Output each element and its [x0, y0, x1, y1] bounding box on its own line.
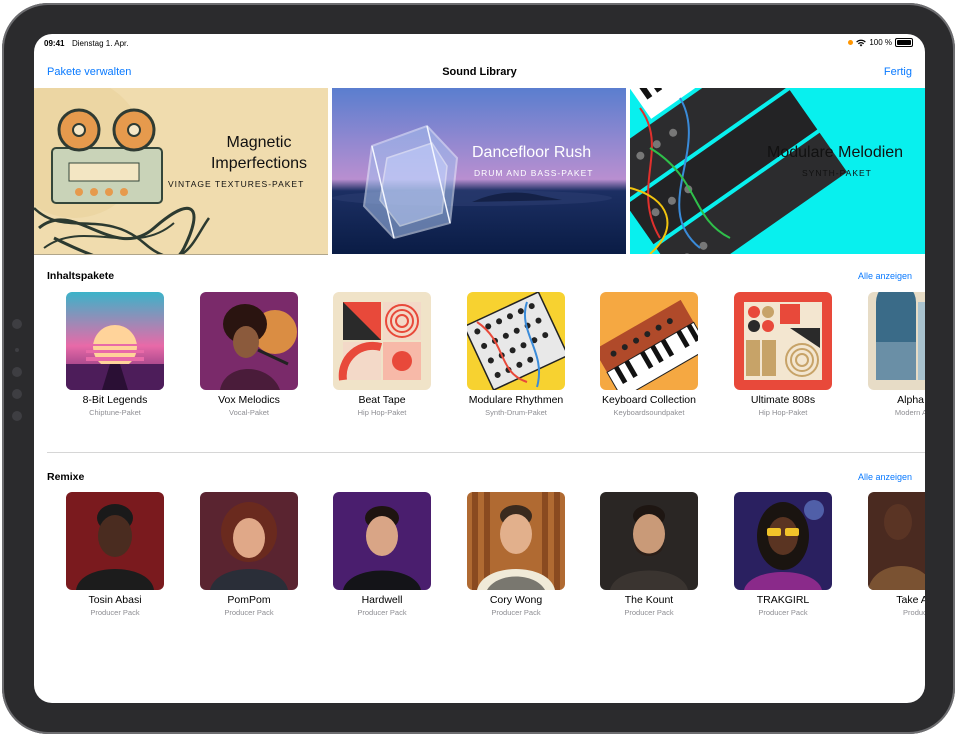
- modular-synth-illustration: [630, 88, 848, 254]
- featured-banners: Magnetic Imperfections VINTAGE TEXTURES-…: [34, 88, 925, 255]
- pack-name: Ultimate 808s: [750, 394, 816, 406]
- pack-artwork: [66, 292, 164, 390]
- section-divider: [47, 452, 925, 453]
- artist-photo: [600, 492, 698, 590]
- artist-photo: [734, 492, 832, 590]
- pack-artwork: [200, 292, 298, 390]
- battery-percent: 100 %: [869, 38, 892, 47]
- screen: 09:41 Dienstag 1. Apr. 100 % Pakete verw…: [34, 34, 925, 703]
- section-heading-remixes: Remixe: [47, 471, 85, 483]
- banner-subtitle: VINTAGE TEXTURES-PAKET: [168, 179, 305, 189]
- remix-tile-the-kount[interactable]: The Kount Producer Pack: [600, 492, 698, 617]
- artist-photo: [333, 492, 431, 590]
- pack-tile-modulare-rhythmen[interactable]: Modulare Rhythmen Synth-Drum-Paket: [467, 292, 565, 417]
- battery-icon: [895, 38, 913, 47]
- artist-photo: [467, 492, 565, 590]
- pack-tile-keyboard-collection[interactable]: Keyboard Collection Keyboardsoundpaket: [600, 292, 698, 417]
- artist-name: TRAKGIRL: [756, 594, 810, 606]
- banner-modulare-melodien[interactable]: Modulare Melodien SYNTH-PAKET: [630, 88, 925, 254]
- pack-subtitle: Modern Ambi: [894, 408, 925, 417]
- artist-subtitle: Producer Pack: [90, 608, 140, 617]
- artist-photo: [868, 492, 925, 590]
- pack-artwork: [734, 292, 832, 390]
- navigation-bar: Pakete verwalten Sound Library Fertig: [34, 60, 925, 84]
- remix-tile-tosin-abasi[interactable]: Tosin Abasi Producer Pack: [66, 492, 164, 617]
- artist-photo: [66, 492, 164, 590]
- pack-artwork: [467, 292, 565, 390]
- artist-subtitle: Producer Pack: [224, 608, 274, 617]
- pack-tile-vox-melodics[interactable]: Vox Melodics Vocal-Paket: [200, 292, 298, 417]
- pack-artwork: [600, 292, 698, 390]
- banner-subtitle: DRUM AND BASS-PAKET: [474, 168, 594, 178]
- pack-subtitle: Hip Hop-Paket: [357, 408, 407, 417]
- remix-tile-take-a-daytrip[interactable]: Take A D Produce: [868, 492, 925, 617]
- pack-tile-ultimate-808s[interactable]: Ultimate 808s Hip Hop-Paket: [734, 292, 832, 417]
- pack-name: Beat Tape: [358, 394, 406, 406]
- banner-title: Imperfections: [210, 155, 308, 172]
- see-all-remixes-link[interactable]: Alle anzeigen: [858, 472, 912, 482]
- artist-name: Hardwell: [361, 594, 403, 606]
- artist-subtitle: Producer Pack: [357, 608, 407, 617]
- banner-subtitle: SYNTH-PAKET: [802, 168, 872, 178]
- mic-indicator-icon: [848, 40, 854, 45]
- pack-subtitle: Vocal-Paket: [228, 408, 270, 417]
- side-button: [12, 367, 22, 377]
- status-time: 09:41: [44, 39, 65, 48]
- status-date: Dienstag 1. Apr.: [72, 39, 129, 48]
- artist-subtitle: Producer Pack: [624, 608, 674, 617]
- wifi-icon: [856, 39, 867, 46]
- pack-tile-beat-tape[interactable]: Beat Tape Hip Hop-Paket: [333, 292, 431, 417]
- pack-tile-alpha-wave[interactable]: Alpha W Modern Ambi: [868, 292, 925, 417]
- remix-tile-cory-wong[interactable]: Cory Wong Producer Pack: [467, 492, 565, 617]
- artist-name: Take A D: [896, 594, 925, 606]
- pack-subtitle: Chiptune-Paket: [89, 408, 141, 417]
- pack-subtitle: Synth-Drum-Paket: [485, 408, 547, 417]
- artist-name: Cory Wong: [489, 594, 543, 606]
- artist-subtitle: Produce: [903, 608, 925, 617]
- status-bar: 09:41 Dienstag 1. Apr. 100 %: [34, 34, 925, 52]
- pack-name: Modulare Rhythmen: [468, 394, 564, 406]
- pack-name: 8-Bit Legends: [82, 394, 148, 406]
- pack-artwork: [333, 292, 431, 390]
- remix-tile-pompom[interactable]: PomPom Producer Pack: [200, 492, 298, 617]
- remix-tile-hardwell[interactable]: Hardwell Producer Pack: [333, 492, 431, 617]
- pack-subtitle: Keyboardsoundpaket: [613, 408, 685, 417]
- remixes-row: Tosin Abasi Producer Pack PomPom Produce…: [34, 492, 925, 632]
- pack-name: Keyboard Collection: [602, 394, 696, 406]
- see-all-content-packs-link[interactable]: Alle anzeigen: [858, 271, 912, 281]
- banner-magnetic-imperfections[interactable]: Magnetic Imperfections VINTAGE TEXTURES-…: [34, 88, 328, 255]
- pack-subtitle: Hip Hop-Paket: [758, 408, 808, 417]
- done-button[interactable]: Fertig: [884, 66, 912, 78]
- banner-title: Dancefloor Rush: [472, 144, 592, 161]
- artist-subtitle: Producer Pack: [491, 608, 541, 617]
- remix-tile-trakgirl[interactable]: TRAKGIRL Producer Pack: [734, 492, 832, 617]
- pack-name: Vox Melodics: [218, 394, 280, 406]
- banner-title: Modulare Melodien: [767, 144, 904, 161]
- pack-artwork: [868, 292, 925, 390]
- side-button: [12, 319, 22, 329]
- banner-dancefloor-rush[interactable]: Dancefloor Rush DRUM AND BASS-PAKET: [332, 88, 626, 254]
- artist-photo: [200, 492, 298, 590]
- artist-name: The Kount: [624, 594, 674, 606]
- pack-name: Alpha W: [897, 394, 925, 406]
- artist-subtitle: Producer Pack: [758, 608, 808, 617]
- pack-tile-8-bit-legends[interactable]: 8-Bit Legends Chiptune-Paket: [66, 292, 164, 417]
- page-title: Sound Library: [442, 66, 517, 78]
- side-button: [12, 389, 22, 399]
- artist-name: Tosin Abasi: [88, 594, 142, 606]
- banner-title: Magnetic: [226, 134, 292, 151]
- camera-dot: [15, 348, 19, 352]
- content-packs-row: 8-Bit Legends Chiptune-Paket Vox Melodic…: [34, 292, 925, 432]
- section-heading-content-packs: Inhaltspakete: [47, 270, 115, 282]
- side-button: [12, 411, 22, 421]
- artist-name: PomPom: [227, 594, 271, 606]
